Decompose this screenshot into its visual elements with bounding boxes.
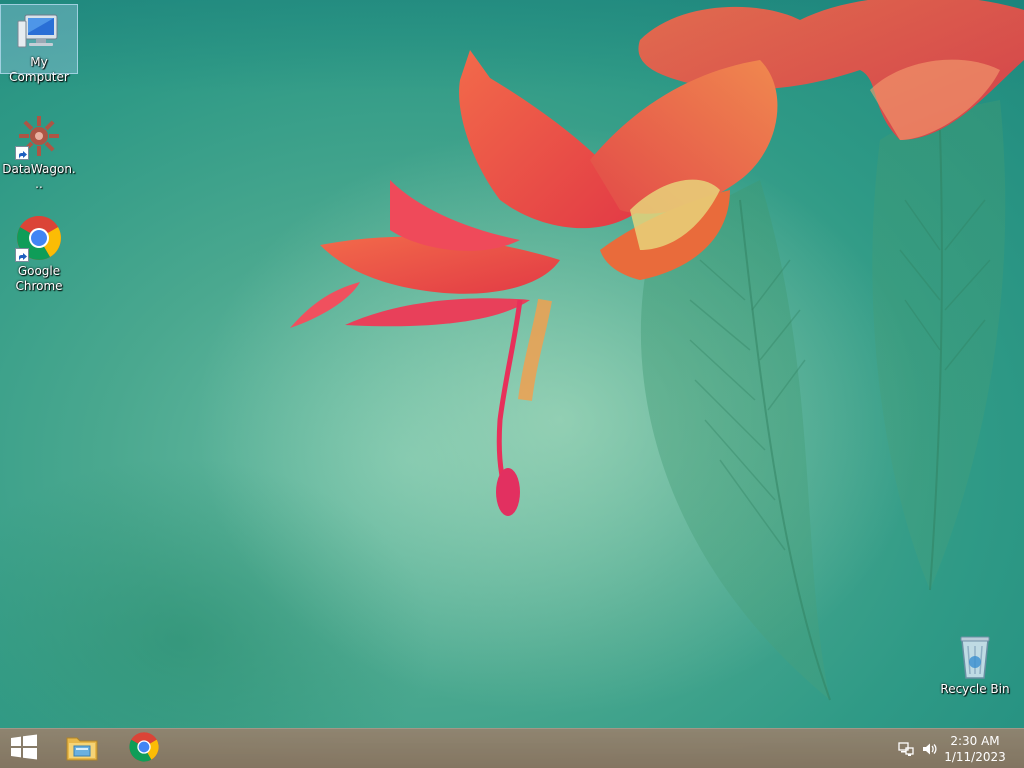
computer-icon xyxy=(15,9,63,53)
network-icon[interactable] xyxy=(898,741,914,757)
datawagon-icon xyxy=(15,112,63,160)
taskbar-file-explorer[interactable] xyxy=(56,729,108,768)
shortcut-arrow-icon xyxy=(15,146,29,160)
wallpaper xyxy=(290,0,1024,701)
clock-date: 1/11/2023 xyxy=(944,750,1006,764)
desktop-icon-google-chrome[interactable]: Google Chrome xyxy=(1,210,77,296)
taskbar-clock[interactable]: 2:30 AM 1/11/2023 xyxy=(940,733,1010,765)
windows-start-icon xyxy=(10,733,38,765)
desktop-icon-label: DataWagon... xyxy=(2,162,76,191)
desktop-icon-label: Google Chrome xyxy=(15,264,63,293)
file-explorer-icon xyxy=(65,732,99,766)
clock-time: 2:30 AM xyxy=(950,734,1000,748)
desktop-icon-recycle-bin[interactable]: Recycle Bin xyxy=(937,628,1013,699)
recycle-bin-icon xyxy=(951,632,999,680)
desktop-icon-label: Recycle Bin xyxy=(940,682,1010,696)
start-button[interactable] xyxy=(0,729,48,768)
shortcut-arrow-icon xyxy=(15,248,29,262)
taskbar: 2:30 AM 1/11/2023 xyxy=(0,728,1024,768)
desktop-icon-label: My Computer xyxy=(9,55,69,84)
taskbar-google-chrome[interactable] xyxy=(118,729,170,768)
volume-icon[interactable] xyxy=(921,741,937,757)
desktop-icon-my-computer[interactable]: My Computer xyxy=(0,4,78,84)
desktop[interactable]: My Computer DataWagon... Google Chrome R… xyxy=(0,0,1024,768)
chrome-icon xyxy=(15,214,63,262)
desktop-icon-datawagon[interactable]: DataWagon... xyxy=(1,108,77,194)
chrome-icon xyxy=(128,731,160,767)
